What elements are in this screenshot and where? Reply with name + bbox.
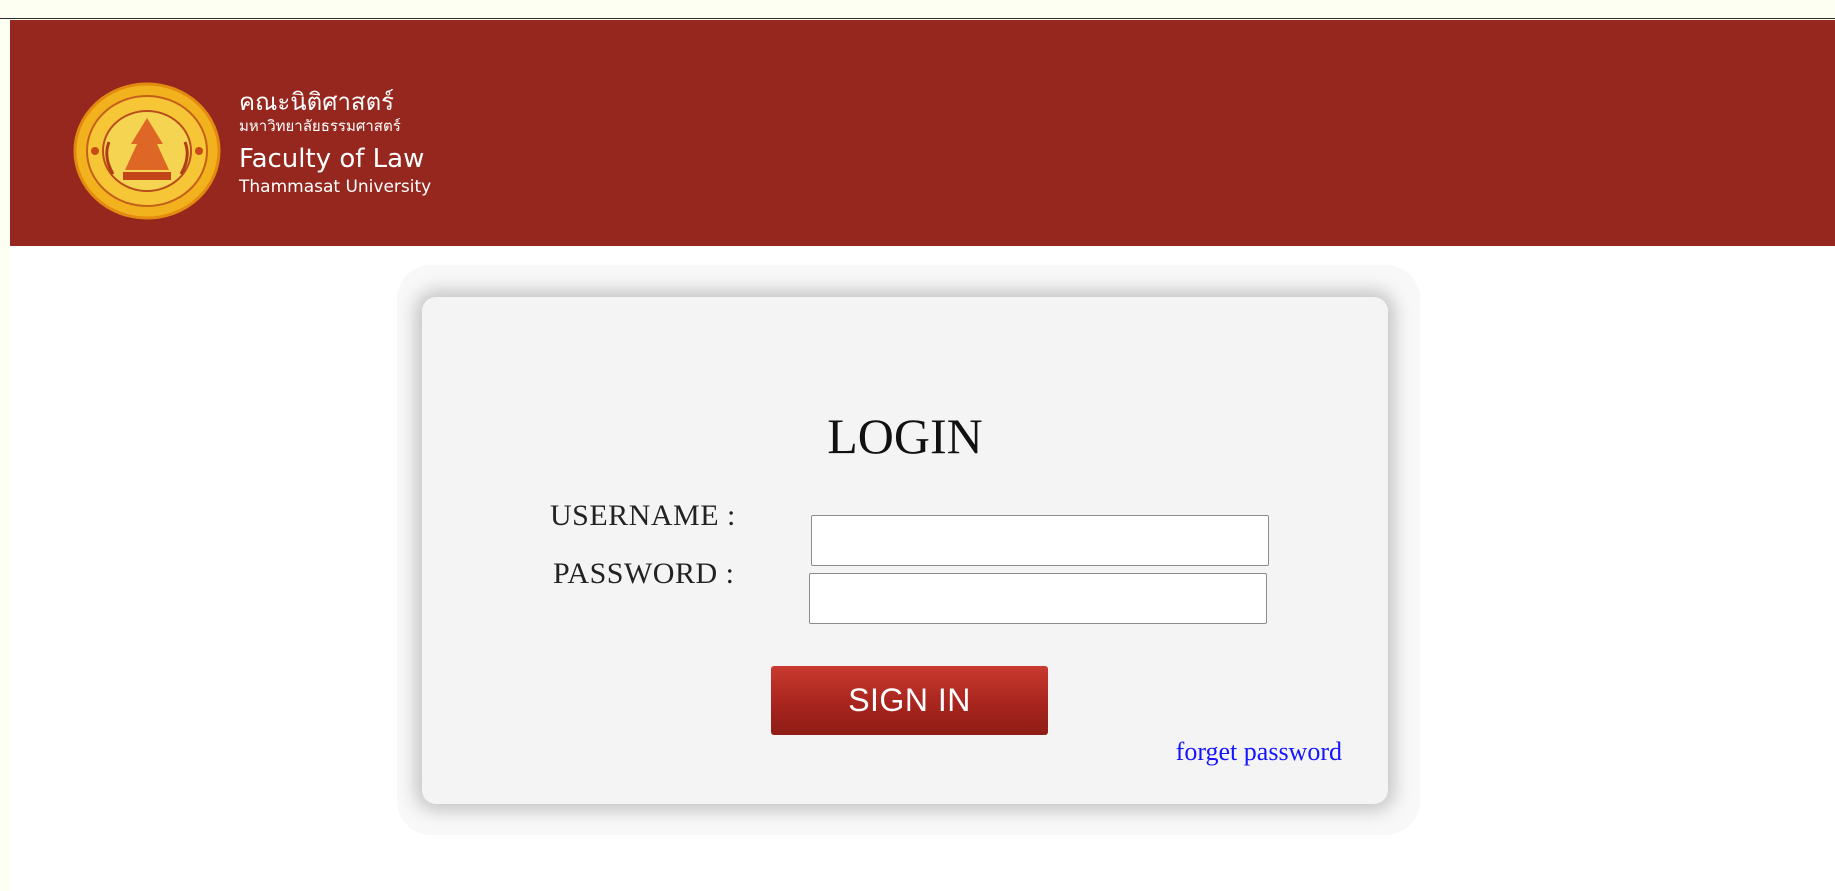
window-top-strip xyxy=(0,0,1835,19)
login-title: LOGIN xyxy=(827,408,983,464)
site-header: คณะนิติศาสตร์ มหาวิทยาลัยธรรมศาสตร์ Facu… xyxy=(10,20,1835,246)
login-card: LOGIN USERNAME : PASSWORD : SIGN IN forg… xyxy=(422,297,1388,804)
sign-in-button[interactable]: SIGN IN xyxy=(771,666,1048,735)
university-name-english: Thammasat University xyxy=(239,177,432,197)
thammasat-seal-icon xyxy=(73,82,221,220)
page: คณะนิติศาสตร์ มหาวิทยาลัยธรรมศาสตร์ Facu… xyxy=(10,20,1835,891)
university-name-thai: มหาวิทยาลัยธรรมศาสตร์ xyxy=(239,117,401,135)
brand-text: คณะนิติศาสตร์ มหาวิทยาลัยธรรมศาสตร์ Facu… xyxy=(239,88,431,198)
faculty-name-thai: คณะนิติศาสตร์ xyxy=(239,88,395,116)
username-input[interactable] xyxy=(811,515,1269,566)
forget-password-link[interactable]: forget password xyxy=(1176,737,1342,767)
password-input[interactable] xyxy=(809,573,1267,624)
faculty-name-english: Faculty of Law xyxy=(239,144,425,174)
username-label: USERNAME : xyxy=(550,499,736,532)
password-label: PASSWORD : xyxy=(553,557,735,590)
